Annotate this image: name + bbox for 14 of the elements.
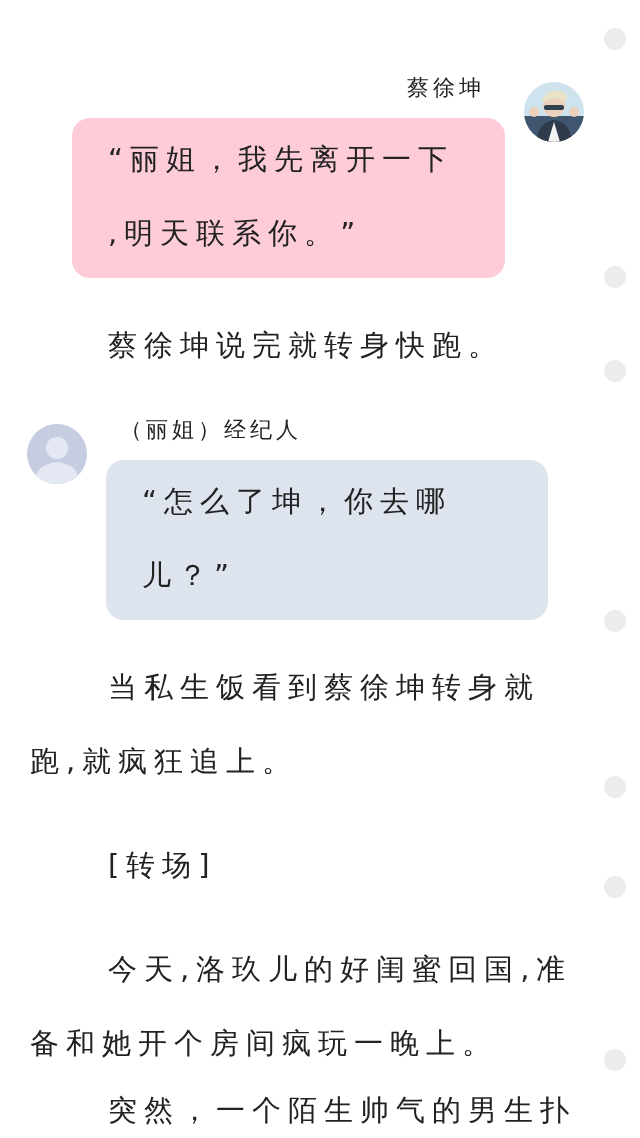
bubble-text: “丽姐，我先离开一下 xyxy=(108,141,456,178)
story-text: 跑,就疯狂追上。 xyxy=(30,743,300,780)
story-text: [转场] xyxy=(107,847,218,884)
story-text: 当私生饭看到蔡徐坤转身就 xyxy=(107,669,541,706)
bubble-text: 儿？” xyxy=(142,557,238,594)
story-text: 今天,洛玖儿的好闺蜜回国,准 xyxy=(107,951,574,988)
bubble-text: ,明天联系你。” xyxy=(108,215,364,252)
speaker-name: 蔡徐坤 xyxy=(407,74,486,102)
speaker-name: （丽姐）经纪人 xyxy=(119,416,302,444)
story-text: 备和她开个房间疯玩一晚上。 xyxy=(30,1025,499,1062)
story-text: 蔡徐坤说完就转身快跑。 xyxy=(107,327,505,364)
bubble-text: “怎么了坤，你去哪 xyxy=(142,483,454,520)
story-text: 突然，一个陌生帅气的男生扑 xyxy=(107,1092,577,1129)
avatar-icon xyxy=(27,424,87,484)
